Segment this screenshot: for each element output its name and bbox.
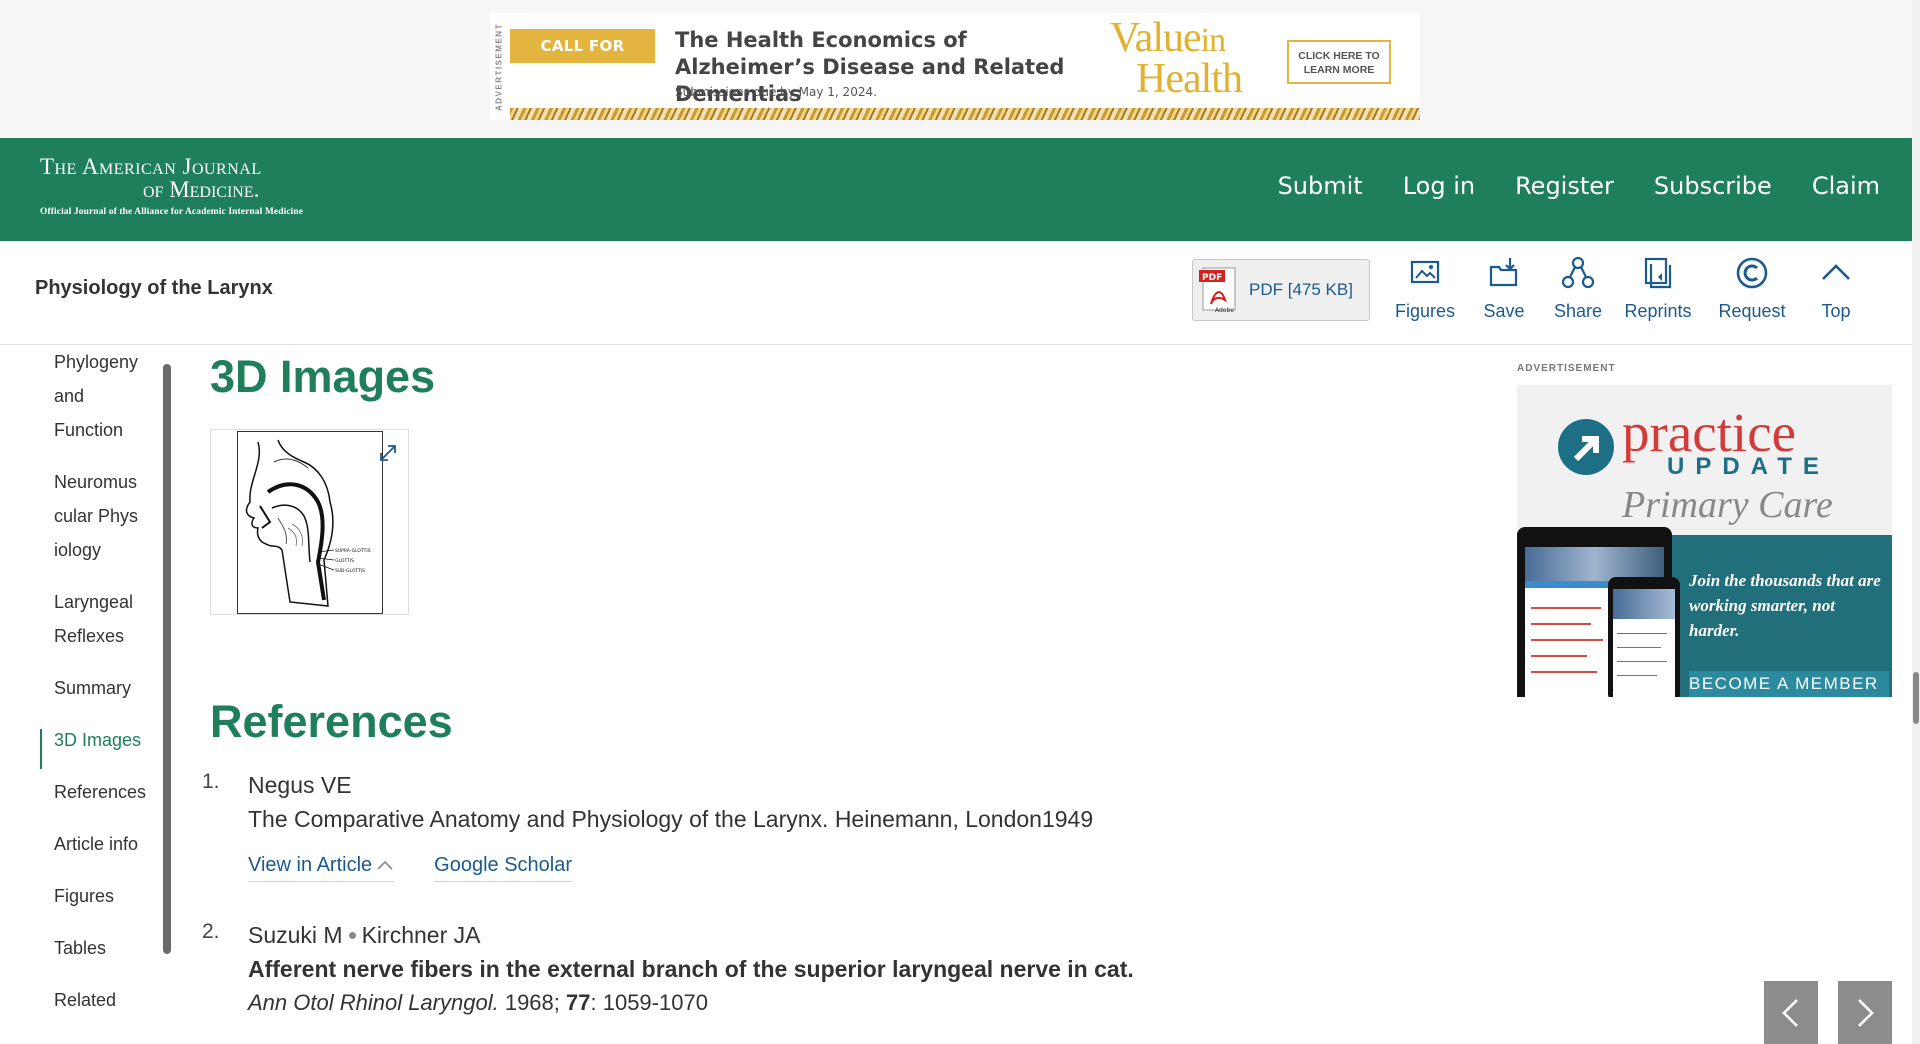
google-scholar-link[interactable]: Google Scholar	[434, 854, 573, 882]
share-tool-label: Share	[1553, 301, 1603, 321]
reference-item: 1. Negus VE The Comparative Anatomy and …	[200, 768, 1450, 882]
next-button[interactable]	[1838, 981, 1892, 1044]
references-heading: References	[210, 696, 453, 747]
header-nav: Submit Log in Register Subscribe Claim	[1278, 172, 1880, 200]
image-icon	[1410, 260, 1440, 284]
chevron-left-icon	[1782, 999, 1798, 1027]
article-title: Physiology of the Larynx	[35, 277, 273, 299]
figure-thumbnail[interactable]: SUPRA-GLOTTIS GLOTTIS SUB-GLOTTIS	[210, 429, 409, 615]
call-for-papers-badge: CALL FOR PAPERS	[510, 29, 655, 89]
request-tool-label: Request	[1718, 301, 1786, 321]
ad-subline: Submissions due by May 1, 2024.	[675, 85, 877, 99]
reference-title: Afferent nerve fibers in the external br…	[248, 956, 1134, 982]
pdf-label: PDF [475 KB]	[1249, 280, 1353, 299]
page-scrollbar[interactable]	[1912, 0, 1920, 1044]
svg-text:GLOTTIS: GLOTTIS	[335, 558, 354, 564]
table-of-contents: Phylogeny and Function Neuromuscular Phy…	[40, 345, 170, 1025]
view-in-article-link[interactable]: View in Article	[248, 854, 395, 882]
reference-authors: Suzuki M Kirchner JA	[248, 922, 481, 948]
practice-update-sub: UPDATE	[1667, 453, 1830, 480]
svg-text:SUPRA-GLOTTIS: SUPRA-GLOTTIS	[335, 548, 371, 554]
svg-text:SUB-GLOTTIS: SUB-GLOTTIS	[335, 568, 365, 574]
share-tool-button[interactable]: Share	[1543, 251, 1613, 322]
svg-text:Adobe: Adobe	[1215, 307, 1234, 314]
article-toolbar: Physiology of the Larynx PDF Adobe PDF […	[0, 241, 1920, 345]
previous-button[interactable]	[1764, 981, 1818, 1044]
3d-images-heading: 3D Images	[210, 351, 436, 402]
nav-claim[interactable]: Claim	[1812, 172, 1880, 200]
save-tool-label: Save	[1483, 301, 1525, 321]
ad-vertical-label: ADVERTISEMENT	[494, 23, 504, 111]
nav-subscribe[interactable]: Subscribe	[1654, 172, 1772, 200]
toc-item-tables[interactable]: Tables	[40, 931, 170, 965]
practice-update-logo-icon	[1558, 419, 1614, 475]
save-tool-button[interactable]: Save	[1465, 251, 1543, 322]
pdf-download-button[interactable]: PDF Adobe PDF [475 KB]	[1192, 259, 1370, 321]
become-member-button[interactable]: BECOME A MEMBER	[1689, 671, 1889, 697]
reprints-tool-label: Reprints	[1624, 301, 1692, 321]
toc-item-figures[interactable]: Figures	[40, 879, 170, 913]
reference-journal: Ann Otol Rhinol Laryngol. 1968; 77: 1059…	[248, 990, 708, 1015]
svg-text:PDF: PDF	[1202, 273, 1222, 283]
folder-save-icon	[1489, 258, 1518, 287]
chevron-up-icon	[377, 860, 393, 870]
toc-item-related[interactable]: Related	[40, 983, 170, 1017]
nav-submit[interactable]: Submit	[1278, 172, 1363, 200]
toc-item-references[interactable]: References	[40, 775, 170, 809]
toc-scrollbar[interactable]	[163, 364, 171, 954]
reference-links: View in Article Google Scholar	[248, 854, 1450, 882]
reprints-icon	[1644, 257, 1672, 289]
ad-decorative-stripe	[510, 108, 1420, 120]
top-banner-ad[interactable]: ADVERTISEMENT CALL FOR PAPERS The Health…	[490, 13, 1420, 120]
ad-tagline: Join the thousands that are working smar…	[1689, 571, 1881, 640]
logo-tagline: Official Journal of the Alliance for Aca…	[40, 207, 304, 217]
reference-item: 2. Suzuki M Kirchner JA Afferent nerve fi…	[200, 918, 1450, 1020]
toc-item-reflexes[interactable]: Laryngeal Reflexes	[40, 585, 140, 653]
toc-item-phylogeny[interactable]: Phylogeny and Function	[40, 345, 140, 447]
expand-icon[interactable]	[377, 442, 399, 464]
value-in-health-logo: Valuein Health	[1110, 15, 1243, 102]
top-ad-strip: ADVERTISEMENT CALL FOR PAPERS The Health…	[0, 0, 1920, 138]
toc-item-neuromuscular[interactable]: Neuromuscular Physiology	[40, 465, 140, 567]
toc-item-article-info[interactable]: Article info	[40, 827, 170, 861]
page-scrollbar-thumb[interactable]	[1913, 672, 1919, 724]
toc-item-summary[interactable]: Summary	[40, 671, 170, 705]
reference-number: 2.	[202, 920, 220, 943]
reference-authors: Negus VE	[248, 772, 352, 798]
practice-update-ad[interactable]: practice UPDATE Primary Care Join the th…	[1517, 385, 1892, 697]
logo-line-2: of Medicine.	[143, 177, 260, 202]
reprints-tool-button[interactable]: Reprints	[1613, 251, 1703, 322]
figures-tool-label: Figures	[1394, 301, 1456, 321]
copyright-icon	[1736, 257, 1768, 289]
reference-number: 1.	[202, 770, 220, 793]
chevron-up-icon	[1822, 264, 1850, 280]
ad-learn-more-button[interactable]: CLICK HERE TO LEARN MORE	[1287, 40, 1391, 84]
reference-title: The Comparative Anatomy and Physiology o…	[248, 806, 1094, 832]
larynx-diagram: SUPRA-GLOTTIS GLOTTIS SUB-GLOTTIS	[237, 431, 383, 614]
figures-tool-button[interactable]: Figures	[1385, 251, 1465, 322]
nav-login[interactable]: Log in	[1403, 172, 1475, 200]
top-tool-button[interactable]: Top	[1801, 251, 1871, 322]
top-tool-label: Top	[1821, 301, 1851, 321]
journal-logo[interactable]: The American Journal of Medicine. Offici…	[40, 154, 303, 217]
primary-care-label: Primary Care	[1622, 484, 1833, 526]
larynx-sketch: SUPRA-GLOTTIS GLOTTIS SUB-GLOTTIS	[245, 439, 371, 607]
chevron-right-icon	[1858, 999, 1874, 1027]
nav-register[interactable]: Register	[1515, 172, 1614, 200]
side-ad-label: ADVERTISEMENT	[1517, 363, 1616, 374]
request-tool-button[interactable]: Request	[1703, 251, 1801, 322]
pdf-icon: PDF Adobe	[1199, 267, 1236, 314]
site-header: The American Journal of Medicine. Offici…	[0, 138, 1920, 241]
share-nodes-icon	[1561, 256, 1595, 289]
author-separator-dot	[348, 932, 356, 939]
references-list: 1. Negus VE The Comparative Anatomy and …	[200, 768, 1450, 1042]
article-tools: Figures Save Share Reprints Request Top	[1385, 251, 1871, 322]
phone-illustration	[1608, 577, 1680, 697]
toc-item-3d-images[interactable]: 3D Images	[40, 723, 170, 769]
